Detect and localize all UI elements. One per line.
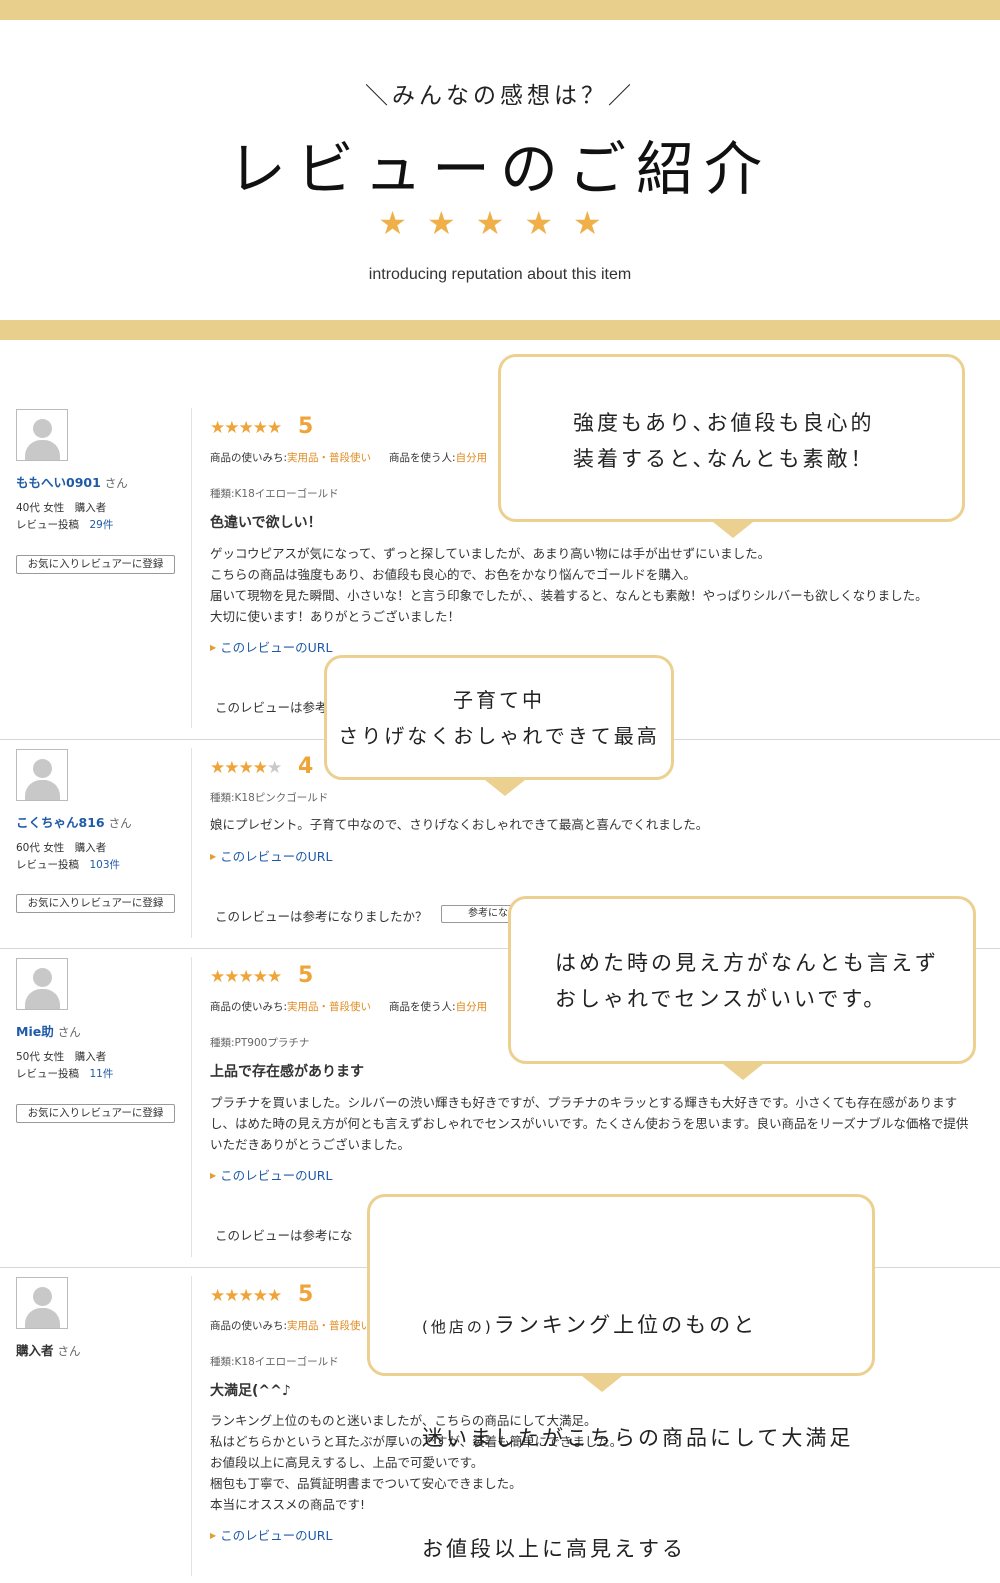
avatar (16, 1277, 68, 1329)
review-title: 色違いで欲しい！ (210, 515, 322, 531)
favorite-reviewer-button[interactable]: お気に入りレビュアーに登録 (16, 894, 175, 913)
column-divider (191, 1276, 192, 1576)
rating-score: 5 (298, 1282, 314, 1307)
review-title: 大満足(^^♪ (210, 1383, 291, 1399)
rating-stars-icon: ★★★★★ (210, 967, 282, 987)
triangle-icon: ▶ (210, 643, 217, 652)
hero-english-caption: introducing reputation about this item (368, 266, 632, 283)
avatar (16, 749, 68, 801)
honorific: さん (108, 816, 132, 830)
review-title: 上品で存在感があります (210, 1064, 364, 1080)
usage-line: 商品の使いみち:実用品・普段使い (210, 1320, 372, 1332)
bubble-text: (他店の)ランキング上位のものと 迷いましたがこちらの商品にして大満足 お値段以… (422, 1313, 854, 1561)
triangle-icon: ▶ (210, 1531, 217, 1540)
review-url-link[interactable]: ▶ このレビューのURL (210, 1525, 332, 1544)
reviewer-name[interactable]: ももへい0901 さん (16, 472, 128, 491)
reviewer-info: 60代 女性 購入者 レビュー投稿 103件 (16, 842, 121, 871)
triangle-icon: ▶ (210, 852, 217, 861)
speech-bubble: はめた時の見え方がなんとも言えず おしゃれでセンスがいいです。 (508, 896, 976, 1080)
top-gold-bar (0, 0, 1000, 20)
helpful-question: このレビューは参考 (215, 700, 328, 715)
reviewer-info: 50代 女性 購入者 レビュー投稿 11件 (16, 1051, 114, 1080)
honorific: さん (57, 1344, 81, 1358)
favorite-reviewer-button[interactable]: お気に入りレビュアーに登録 (16, 555, 175, 574)
rating-score: 5 (298, 963, 314, 988)
hero-subtitle: ＼みんなの感想は？／ (365, 83, 635, 109)
bubble-text: 強度もあり､お値段も良心的 装着すると､なんとも素敵！ (573, 411, 875, 471)
rating-score: 5 (298, 414, 314, 439)
review-url-link[interactable]: ▶ このレビューのURL (210, 1165, 332, 1184)
bubble-arrow (723, 1064, 763, 1080)
rating-stars-icon: ★★★★★ (210, 1286, 282, 1306)
bubble-arrow (582, 1376, 622, 1392)
avatar (16, 409, 68, 461)
favorite-reviewer-button[interactable]: お気に入りレビュアーに登録 (16, 1104, 175, 1123)
bubble-arrow (485, 780, 525, 796)
rating-stars-icon: ★★★★★ (210, 418, 282, 438)
hero-stars-icon: ★★★★★ (378, 204, 622, 242)
honorific: さん (104, 476, 128, 490)
speech-bubble: 強度もあり､お値段も良心的 装着すると､なんとも素敵！ (498, 354, 965, 538)
reviewer-name[interactable]: こくちゃん816 さん (16, 812, 132, 831)
bubble-text: はめた時の見え方がなんとも言えず おしゃれでセンスがいいです。 (555, 951, 939, 1011)
usage-line: 商品の使いみち:実用品・普段使い 商品を使う人:自分用 (210, 452, 488, 464)
bubble-text: 子育て中 さりげなくおしゃれできて最高 (338, 688, 660, 748)
variant-label: 種類:PT900プラチナ (210, 1037, 310, 1049)
variant-label: 種類:K18ピンクゴールド (210, 792, 329, 804)
review-url-link[interactable]: ▶ このレビューのURL (210, 637, 332, 656)
triangle-icon: ▶ (210, 1171, 217, 1180)
review-body: プラチナを買いました。シルバーの渋い輝きも好きですが、プラチナのキラッとする輝き… (210, 1095, 969, 1152)
column-divider (191, 957, 192, 1257)
reviewer-info: 40代 女性 購入者 レビュー投稿 29件 (16, 502, 114, 531)
review-url-link[interactable]: ▶ このレビューのURL (210, 846, 332, 865)
honorific: さん (57, 1025, 81, 1039)
column-divider (191, 408, 192, 728)
reviewer-name[interactable]: Mie助 さん (16, 1021, 81, 1040)
variant-label: 種類:K18イエローゴールド (210, 488, 339, 500)
reviewer-name: 購入者 さん (16, 1343, 81, 1358)
review-body: 娘にプレゼント。子育て中なので、さりげなくおしゃれできて最高と喜んでくれました。 (210, 817, 709, 832)
rating-stars-icon: ★★★★★ (210, 758, 282, 778)
avatar (16, 958, 68, 1010)
hero-title: レビューのご紹介 (227, 135, 772, 203)
helpful-question: このレビューは参考になりましたか？ (215, 909, 428, 924)
speech-bubble: (他店の)ランキング上位のものと 迷いましたがこちらの商品にして大満足 お値段以… (367, 1194, 875, 1561)
rating-score: 4 (298, 754, 314, 779)
review-body: ゲッコウピアスが気になって、ずっと探していましたが、あまり高い物には手が出せずに… (210, 546, 928, 624)
bubble-arrow (713, 522, 753, 538)
bottom-gold-bar (0, 320, 1000, 340)
column-divider (191, 748, 192, 938)
usage-line: 商品の使いみち:実用品・普段使い 商品を使う人:自分用 (210, 1001, 488, 1013)
variant-label: 種類:K18イエローゴールド (210, 1356, 339, 1368)
speech-bubble: 子育て中 さりげなくおしゃれできて最高 (324, 655, 674, 796)
helpful-question: このレビューは参考にな (215, 1228, 353, 1243)
